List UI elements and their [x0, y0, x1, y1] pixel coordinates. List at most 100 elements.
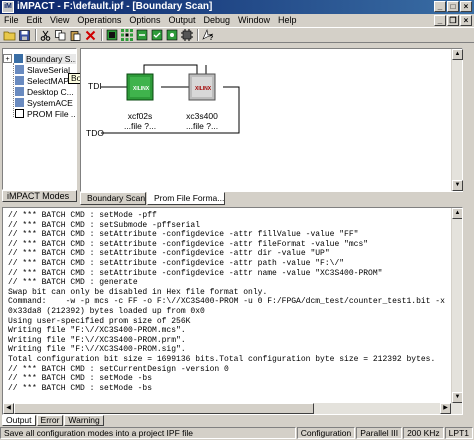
minimize-icon[interactable]: _ — [434, 1, 446, 12]
menu-bar: File Edit View Operations Options Output… — [0, 14, 474, 27]
paste-icon[interactable] — [69, 29, 82, 42]
console-line: // *** BATCH CMD : setMode -bs — [8, 374, 153, 384]
menu-window[interactable]: Window — [234, 14, 274, 27]
open-folder-icon[interactable] — [3, 29, 16, 42]
window-controls: _ □ × — [434, 1, 472, 12]
document-tabs: Boundary Scan Prom File Forma... — [80, 192, 463, 205]
status-bar: Save all configuration modes into a proj… — [0, 427, 474, 440]
device-chip-icon[interactable] — [180, 29, 193, 42]
scroll-down-icon[interactable]: ▼ — [452, 180, 463, 191]
boundary-scan-canvas[interactable]: XILINX XILINX TDI TDO xcf02s ...file ?..… — [80, 48, 463, 192]
save-icon[interactable] — [18, 29, 31, 42]
tab-prom-file-formatter[interactable]: Prom File Forma... — [147, 192, 225, 205]
mode-item-slave-serial[interactable]: SlaveSerial — [3, 64, 76, 75]
menu-edit[interactable]: Edit — [23, 14, 47, 27]
mdi-restore-icon[interactable]: ❐ — [447, 15, 459, 26]
delete-icon[interactable] — [84, 29, 97, 42]
tab-output[interactable]: Output — [2, 415, 36, 426]
device-2-name: xc3s400 — [186, 111, 218, 121]
console-line: // *** BATCH CMD : generate — [8, 278, 138, 288]
console-horizontal-scrollbar[interactable]: ◀ ▶ — [3, 403, 462, 414]
status-port: LPT1 — [444, 427, 473, 439]
menu-help[interactable]: Help — [274, 14, 301, 27]
menu-output[interactable]: Output — [164, 14, 199, 27]
menu-options[interactable]: Options — [125, 14, 164, 27]
impact-modes-panel: + Boundary S... SlaveSerial SelectMAP De… — [2, 48, 77, 190]
output-console[interactable]: // *** BATCH CMD : setMode -pff// *** BA… — [2, 207, 463, 415]
chain-icon[interactable] — [105, 29, 118, 42]
prom-file-icon — [15, 109, 24, 118]
impact-app-icon[interactable]: iM — [2, 1, 14, 13]
scroll-left-icon[interactable]: ◀ — [3, 403, 14, 414]
mode-item-boundary-scan[interactable]: + Boundary S... — [3, 53, 76, 64]
menu-debug[interactable]: Debug — [199, 14, 234, 27]
mode-item-select-map[interactable]: SelectMAP — [3, 75, 76, 86]
toolbar-separator — [197, 29, 199, 41]
scroll-right-icon[interactable]: ▶ — [440, 403, 451, 414]
svg-text:?: ? — [209, 35, 213, 41]
scroll-up-icon[interactable]: ▲ — [452, 49, 463, 60]
expand-plus-icon[interactable]: + — [3, 54, 12, 63]
scroll-up-icon[interactable]: ▲ — [452, 208, 462, 219]
menu-view[interactable]: View — [46, 14, 73, 27]
horizontal-scroll-thumb[interactable] — [14, 403, 314, 414]
tdi-label: TDI — [88, 81, 102, 91]
console-line: Writing file "F:\//XC3S400-PROM.prm". — [8, 335, 186, 345]
scroll-down-icon[interactable]: ▼ — [452, 392, 462, 403]
console-line: Writing file "F:\//XC3S400-PROM.sig". — [8, 345, 186, 355]
slave-serial-icon — [15, 65, 24, 74]
status-mode: Configuration — [296, 427, 356, 439]
maximize-icon[interactable]: □ — [447, 1, 459, 12]
title-bar: iM iMPACT - F:\default.ipf - [Boundary S… — [0, 0, 474, 14]
menu-operations[interactable]: Operations — [73, 14, 125, 27]
console-vertical-scrollbar[interactable]: ▲ ▼ — [451, 208, 462, 403]
device-1-name: xcf02s — [127, 111, 153, 121]
mode-item-desktop-config[interactable]: Desktop C... — [3, 86, 76, 97]
help-icon[interactable]: ? — [201, 29, 214, 42]
select-map-icon — [15, 76, 24, 85]
grid-icon[interactable] — [120, 29, 133, 42]
status-speed: 200 KHz — [403, 427, 444, 439]
readback-icon[interactable] — [165, 29, 178, 42]
toolbar: ? — [0, 27, 474, 43]
mdi-minimize-icon[interactable]: _ — [434, 15, 446, 26]
tab-warning[interactable]: Warning — [64, 415, 104, 426]
console-line: // *** BATCH CMD : setAttribute -configd… — [8, 268, 383, 278]
console-line: // *** BATCH CMD : setAttribute -configd… — [8, 239, 369, 249]
toolbar-separator — [35, 29, 37, 41]
status-cable: Parallel III — [356, 427, 403, 439]
console-line: 0x33da8 (212392) bytes loaded up from 0x… — [8, 306, 205, 316]
toolbar-separator — [101, 29, 103, 41]
status-message: Save all configuration modes into a proj… — [0, 427, 296, 439]
tab-boundary-scan[interactable]: Boundary Scan — [80, 192, 146, 205]
console-line: Total configuration bit size = 1699136 b… — [8, 354, 436, 364]
mode-item-system-ace[interactable]: SystemACE — [3, 97, 76, 108]
system-ace-icon — [15, 98, 24, 107]
console-line: // *** BATCH CMD : setSubmode -pffserial — [8, 220, 201, 230]
window-title: iMPACT - F:\default.ipf - [Boundary Scan… — [17, 1, 213, 12]
console-line: Swap bit can only be disabled in Hex fil… — [8, 287, 268, 297]
tdo-label: TDO — [86, 128, 104, 138]
console-line: // *** BATCH CMD : setMode -pff — [8, 211, 157, 220]
mode-item-prom-file[interactable]: PROM File ... — [3, 108, 76, 119]
device-1-file: ...file ?... — [123, 121, 157, 131]
console-text: // *** BATCH CMD : setMode -pff// *** BA… — [3, 208, 462, 393]
console-line: // *** BATCH CMD : setAttribute -configd… — [8, 230, 359, 240]
console-line: // *** BATCH CMD : setAttribute -configd… — [8, 258, 345, 268]
cut-icon[interactable] — [39, 29, 52, 42]
close-icon[interactable]: × — [460, 1, 472, 12]
console-line: // *** BATCH CMD : setCurrentDesign -ver… — [8, 364, 229, 374]
copy-icon[interactable] — [54, 29, 67, 42]
xilinx-logo-1: XILINX — [133, 86, 150, 92]
console-line: // *** BATCH CMD : setMode -bs — [8, 383, 153, 393]
mdi-close-icon[interactable]: × — [460, 15, 472, 26]
tab-error[interactable]: Error — [36, 415, 64, 426]
menu-file[interactable]: File — [0, 14, 23, 27]
console-line: // *** BATCH CMD : setAttribute -configd… — [8, 249, 330, 259]
verify-icon[interactable] — [150, 29, 163, 42]
canvas-vertical-scrollbar[interactable]: ▲ ▼ — [451, 49, 463, 191]
console-tabs: Output Error Warning — [2, 415, 105, 426]
xilinx-logo-2: XILINX — [195, 86, 212, 92]
tab-impact-modes[interactable]: iMPACT Modes — [2, 190, 77, 202]
program-icon[interactable] — [135, 29, 148, 42]
